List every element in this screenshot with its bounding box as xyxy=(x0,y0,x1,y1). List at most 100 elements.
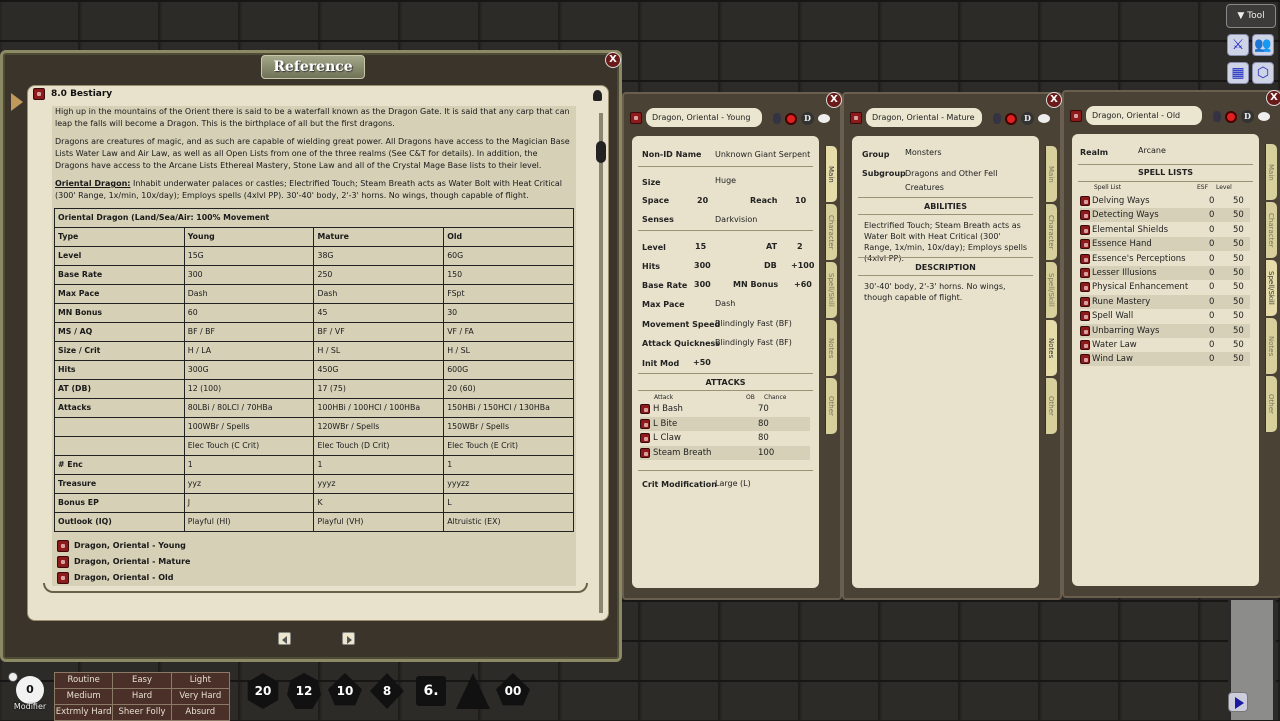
close-icon[interactable]: X xyxy=(605,52,621,68)
d-button-icon[interactable]: D xyxy=(1241,110,1254,123)
spell-esf[interactable]: 0 xyxy=(1209,326,1233,336)
attack-name[interactable]: Steam Breath xyxy=(653,448,758,458)
d6-die-icon[interactable]: 6. xyxy=(416,676,446,706)
spell-list-row[interactable]: Wind Law 0 50 xyxy=(1080,352,1250,367)
crit-modification-field[interactable]: Large (L) xyxy=(715,479,751,488)
spell-link-icon[interactable] xyxy=(1080,354,1090,365)
chat-icon[interactable] xyxy=(1038,114,1050,123)
tab-main[interactable]: Main xyxy=(1265,144,1277,200)
spell-level[interactable]: 50 xyxy=(1233,282,1244,292)
share-off-icon[interactable] xyxy=(785,112,797,125)
scrollbar[interactable] xyxy=(596,113,606,613)
tab-notes[interactable]: Notes xyxy=(825,320,837,376)
spell-esf[interactable]: 0 xyxy=(1209,254,1233,264)
init-mod-field[interactable]: +50 xyxy=(693,358,711,367)
spell-list-row[interactable]: Delving Ways 0 50 xyxy=(1080,194,1250,208)
spell-list-row[interactable]: Water Law 0 50 xyxy=(1080,338,1250,352)
share-off-icon[interactable] xyxy=(1225,110,1237,123)
d-button-icon[interactable]: D xyxy=(1021,112,1034,125)
combat-tracker-icon[interactable]: ⚔ xyxy=(1227,34,1249,56)
tab-other[interactable]: Other xyxy=(825,378,837,434)
difficulty-extremely-hard[interactable]: Extrmly Hard xyxy=(55,705,113,720)
tab-character[interactable]: Character xyxy=(825,204,837,260)
spell-esf[interactable]: 0 xyxy=(1209,239,1233,249)
at-field[interactable]: 2 xyxy=(797,242,803,251)
space-field[interactable]: 20 xyxy=(697,196,708,205)
spell-name[interactable]: Physical Enhancement xyxy=(1092,282,1209,292)
lock-icon[interactable] xyxy=(1213,111,1221,122)
spell-esf[interactable]: 0 xyxy=(1209,268,1233,278)
tab-spell-skill[interactable]: Spell/Skill xyxy=(825,262,837,318)
attack-name[interactable]: L Bite xyxy=(653,419,758,429)
tab-notes[interactable]: Notes xyxy=(1045,320,1057,376)
lock-icon[interactable] xyxy=(773,113,781,124)
difficulty-very-hard[interactable]: Very Hard xyxy=(171,689,229,704)
spell-name[interactable]: Essence Hand xyxy=(1092,239,1209,249)
tab-main[interactable]: Main xyxy=(825,146,837,202)
attack-ob[interactable]: 100 xyxy=(758,448,774,458)
record-link-icon[interactable] xyxy=(57,556,69,568)
spell-name[interactable]: Wind Law xyxy=(1092,354,1209,364)
spell-link-icon[interactable] xyxy=(1080,224,1090,235)
difficulty-sheer-folly[interactable]: Sheer Folly xyxy=(113,705,171,720)
spell-name[interactable]: Unbarring Ways xyxy=(1092,326,1209,336)
spell-name[interactable]: Water Law xyxy=(1092,340,1209,350)
spell-name[interactable]: Detecting Ways xyxy=(1092,210,1209,220)
spell-list-row[interactable]: Elemental Shields 0 50 xyxy=(1080,223,1250,237)
share-off-icon[interactable] xyxy=(1005,112,1017,125)
tab-main[interactable]: Main xyxy=(1045,146,1057,202)
spell-link-icon[interactable] xyxy=(1080,296,1090,307)
attack-ob[interactable]: 80 xyxy=(758,433,769,443)
close-icon[interactable]: X xyxy=(1266,90,1280,106)
spell-level[interactable]: 50 xyxy=(1233,239,1244,249)
spell-name[interactable]: Lesser Illusions xyxy=(1092,268,1209,278)
spell-name[interactable]: Rune Mastery xyxy=(1092,297,1209,307)
record-link-icon[interactable] xyxy=(1070,109,1082,122)
subgroup-field[interactable]: Dragons and Other Fell Creatures xyxy=(905,167,1030,195)
chat-icon[interactable] xyxy=(1258,112,1270,121)
max-pace-field[interactable]: Dash xyxy=(715,299,735,308)
attack-ob[interactable]: 80 xyxy=(758,419,769,429)
tab-other[interactable]: Other xyxy=(1045,378,1057,434)
mn-bonus-field[interactable]: +60 xyxy=(794,280,812,289)
spell-level[interactable]: 50 xyxy=(1233,326,1244,336)
spell-level[interactable]: 50 xyxy=(1233,354,1244,364)
movement-speed-field[interactable]: Blindingly Fast (BF) xyxy=(715,319,792,328)
spell-level[interactable]: 50 xyxy=(1233,196,1244,206)
attack-link-icon[interactable] xyxy=(640,418,650,429)
base-rate-field[interactable]: 300 xyxy=(694,280,711,289)
spell-link-icon[interactable] xyxy=(1080,268,1090,278)
spell-list-row[interactable]: Detecting Ways 0 50 xyxy=(1080,208,1250,223)
db-field[interactable]: +100 xyxy=(791,261,814,270)
play-icon[interactable] xyxy=(1228,692,1248,712)
spell-list-row[interactable]: Essence Hand 0 50 xyxy=(1080,237,1250,252)
tab-spell-skill[interactable]: Spell/Skill xyxy=(1265,260,1277,316)
realm-field[interactable]: Arcane xyxy=(1138,146,1166,155)
attack-row[interactable]: L Bite 80 xyxy=(640,416,810,431)
reset-icon[interactable] xyxy=(8,672,18,682)
close-icon[interactable]: X xyxy=(1046,92,1062,108)
spell-link-icon[interactable] xyxy=(1080,340,1090,350)
name-field[interactable]: Dragon, Oriental - Mature xyxy=(866,108,982,127)
attack-row[interactable]: H Bash 70 xyxy=(640,402,810,416)
chat-icon[interactable] xyxy=(818,114,830,123)
spell-name[interactable]: Delving Ways xyxy=(1092,196,1209,206)
tab-character[interactable]: Character xyxy=(1045,204,1057,260)
spell-link-icon[interactable] xyxy=(1080,253,1090,264)
spell-esf[interactable]: 0 xyxy=(1209,210,1233,220)
spell-level[interactable]: 50 xyxy=(1233,225,1244,235)
modifier-value[interactable]: 0 xyxy=(16,676,44,704)
tab-notes[interactable]: Notes xyxy=(1265,318,1277,374)
difficulty-absurd[interactable]: Absurd xyxy=(171,705,229,720)
tool-menu-button[interactable]: ▼ Tool xyxy=(1226,4,1276,28)
spell-link-icon[interactable] xyxy=(1080,196,1090,206)
record-link-icon[interactable] xyxy=(33,88,45,100)
difficulty-routine[interactable]: Routine xyxy=(55,673,113,688)
lock-icon[interactable] xyxy=(993,113,1001,124)
spell-list-row[interactable]: Physical Enhancement 0 50 xyxy=(1080,280,1250,294)
spell-link-icon[interactable] xyxy=(1080,325,1090,336)
calendar-icon[interactable]: ▦ xyxy=(1227,62,1249,84)
spell-name[interactable]: Spell Wall xyxy=(1092,311,1209,321)
spell-level[interactable]: 50 xyxy=(1233,340,1244,350)
spell-list-row[interactable]: Spell Wall 0 50 xyxy=(1080,309,1250,323)
